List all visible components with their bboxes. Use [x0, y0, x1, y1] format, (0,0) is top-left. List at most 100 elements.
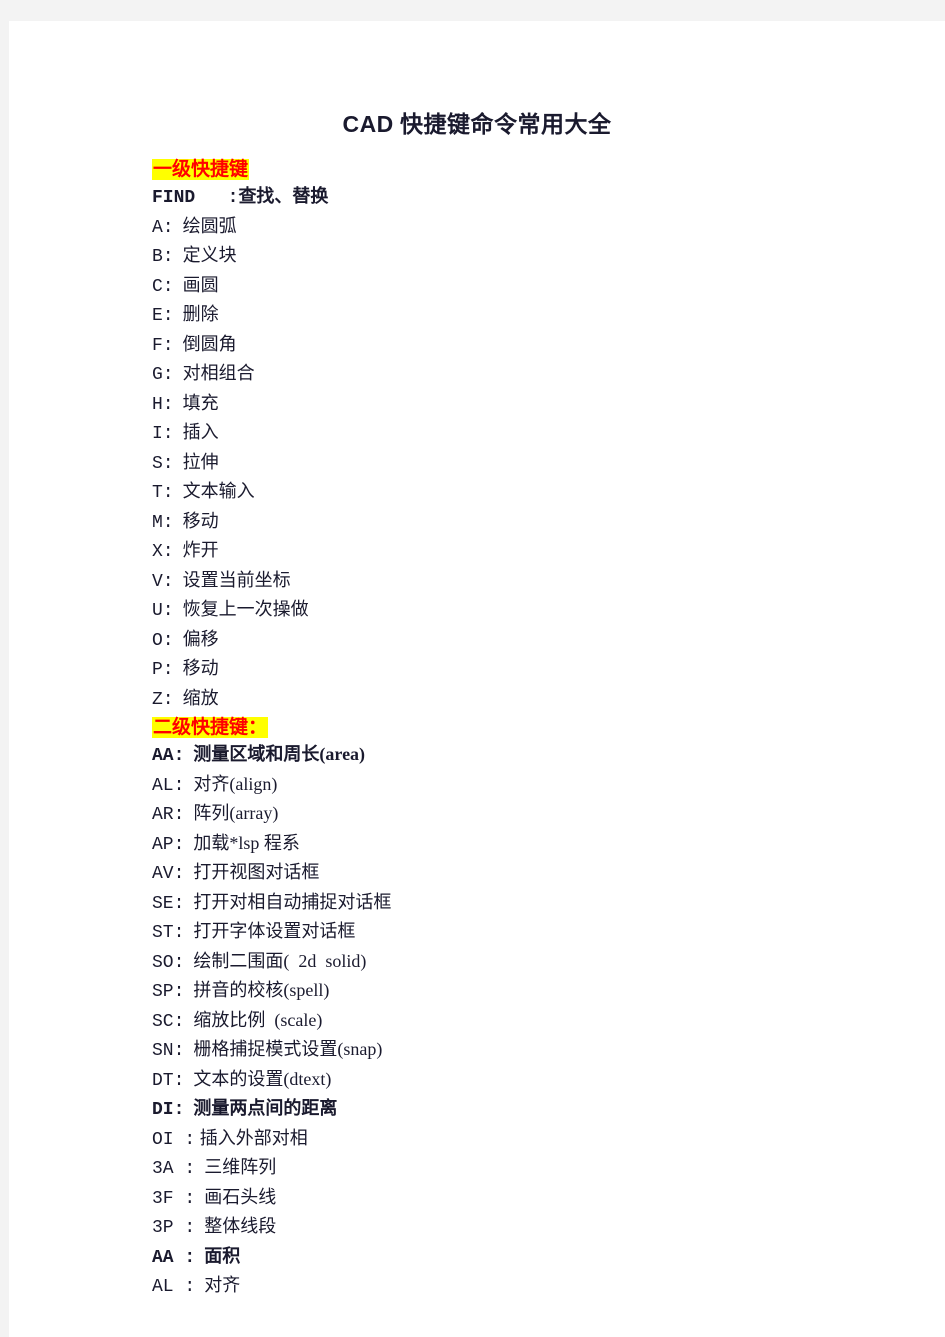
- shortcut-description: 缩放比例 (scale): [184, 1009, 323, 1030]
- shortcut-row: SO: 绘制二围面( 2d solid): [152, 948, 945, 978]
- section-heading: 二级快捷键：: [152, 714, 945, 741]
- shortcut-row: AA: 测量区域和周长(area): [152, 741, 945, 771]
- page-title-latin: CAD: [342, 111, 394, 137]
- shortcut-description: 对齐: [195, 1275, 241, 1295]
- shortcut-key: V:: [152, 571, 174, 592]
- shortcut-row: X: 炸开: [152, 537, 945, 567]
- shortcut-row: ST: 打开字体设置对话框: [152, 918, 945, 948]
- shortcut-separator: :: [173, 1247, 196, 1268]
- shortcut-key: O:: [152, 630, 174, 651]
- shortcut-row: OI : 插入外部对相: [152, 1125, 945, 1155]
- page-title: CAD 快捷键命令常用大全: [9, 21, 945, 139]
- shortcut-key: E:: [152, 306, 174, 326]
- shortcut-row: B: 定义块: [152, 242, 945, 272]
- shortcut-description: 栅格捕捉模式设置(snap): [184, 1039, 383, 1059]
- shortcut-key: H:: [152, 394, 174, 415]
- shortcut-row: FIND :查找、替换: [152, 183, 945, 213]
- shortcut-description: 插入外部对相: [195, 1127, 308, 1148]
- shortcut-key: T:: [152, 483, 174, 503]
- shortcut-description: 移动: [173, 510, 219, 531]
- shortcut-key: A:: [152, 217, 174, 238]
- shortcut-row: E: 删除: [152, 301, 945, 331]
- section-heading: 一级快捷键: [152, 156, 945, 183]
- shortcut-key: FIND: [152, 188, 196, 208]
- shortcut-row: I: 插入: [152, 419, 945, 449]
- shortcut-key: S:: [152, 453, 174, 474]
- shortcut-description: 绘制二围面( 2d solid): [184, 950, 367, 971]
- shortcut-key: OI: [152, 1129, 174, 1150]
- shortcut-row: Z: 缩放: [152, 685, 945, 715]
- shortcut-key: AV:: [152, 864, 185, 884]
- shortcut-key: SN:: [152, 1041, 185, 1061]
- section-heading-text: 一级快捷键: [152, 159, 250, 180]
- shortcut-separator: :: [173, 1277, 196, 1297]
- shortcut-description: 定义块: [173, 245, 237, 265]
- shortcut-description: 偏移: [173, 628, 219, 649]
- shortcut-row: F: 倒圆角: [152, 331, 945, 361]
- shortcut-description: 加载*lsp 程系: [184, 832, 300, 853]
- shortcut-key: SE:: [152, 893, 185, 914]
- shortcut-key: B:: [152, 247, 174, 267]
- shortcut-key: G:: [152, 365, 174, 385]
- shortcut-row: G: 对相组合: [152, 360, 945, 390]
- shortcut-row: SE: 打开对相自动捕捉对话框: [152, 889, 945, 919]
- shortcut-row: U: 恢复上一次操做: [152, 596, 945, 626]
- document-body: 一级快捷键 FIND :查找、替换 A: 绘圆弧 B: 定义块 C: 画圆 E: 删除 F:…: [9, 156, 945, 1302]
- shortcut-key: C:: [152, 276, 174, 297]
- shortcut-description: 拼音的校核(spell): [184, 980, 330, 1000]
- shortcut-description: 拉伸: [173, 451, 219, 472]
- shortcut-key: U:: [152, 601, 174, 621]
- shortcut-separator: :: [173, 1218, 196, 1238]
- shortcut-description: 打开对相自动捕捉对话框: [184, 891, 392, 912]
- shortcut-key: F:: [152, 335, 174, 356]
- shortcut-row: P: 移动: [152, 655, 945, 685]
- shortcut-row: V: 设置当前坐标: [152, 567, 945, 597]
- shortcut-key: DI:: [152, 1100, 185, 1120]
- shortcut-row: 3F : 画石头线: [152, 1184, 945, 1214]
- shortcut-description: 打开字体设置对话框: [184, 921, 356, 941]
- shortcut-row: A: 绘圆弧: [152, 213, 945, 243]
- shortcut-key: M:: [152, 512, 174, 533]
- shortcut-key: X:: [152, 542, 174, 562]
- shortcut-description: 整体线段: [195, 1216, 277, 1236]
- shortcut-row: AP: 加载*lsp 程系: [152, 830, 945, 860]
- shortcut-description: 倒圆角: [173, 333, 237, 354]
- shortcut-description: 查找、替换: [238, 186, 329, 206]
- shortcut-description: 炸开: [173, 540, 219, 560]
- shortcut-description: 文本输入: [173, 481, 255, 501]
- shortcut-row: H: 填充: [152, 390, 945, 420]
- shortcut-description: 对齐(align): [184, 773, 278, 794]
- shortcut-key: 3F: [152, 1188, 174, 1209]
- shortcut-row: 3A : 三维阵列: [152, 1154, 945, 1184]
- shortcut-key: AL:: [152, 775, 185, 796]
- shortcut-description: 恢复上一次操做: [173, 599, 309, 619]
- shortcut-row: SC: 缩放比例 (scale): [152, 1007, 945, 1037]
- shortcut-row: AV: 打开视图对话框: [152, 859, 945, 889]
- shortcut-separator: :: [173, 1159, 196, 1179]
- shortcut-key: P:: [152, 660, 174, 680]
- shortcut-description: 对相组合: [173, 363, 255, 383]
- shortcut-description: 打开视图对话框: [184, 862, 320, 882]
- shortcut-row: T: 文本输入: [152, 478, 945, 508]
- shortcut-key: ST:: [152, 923, 185, 943]
- shortcut-description: 插入: [173, 422, 219, 442]
- shortcut-description: 三维阵列: [195, 1157, 277, 1177]
- shortcut-key: AL: [152, 1277, 174, 1297]
- shortcut-row: AL : 对齐: [152, 1272, 945, 1302]
- page-title-cjk: 快捷键命令常用大全: [393, 112, 612, 137]
- shortcut-description: 测量两点间的距离: [184, 1098, 338, 1118]
- shortcut-row: DI: 测量两点间的距离: [152, 1095, 945, 1125]
- shortcut-row: S: 拉伸: [152, 449, 945, 479]
- shortcut-row: O: 偏移: [152, 626, 945, 656]
- shortcut-row: AA : 面积: [152, 1243, 945, 1273]
- shortcut-description: 移动: [173, 658, 219, 678]
- shortcut-key: 3A: [152, 1159, 174, 1179]
- shortcut-key: AA:: [152, 746, 185, 766]
- shortcut-row: AL: 对齐(align): [152, 771, 945, 801]
- shortcut-description: 删除: [173, 304, 219, 324]
- shortcut-key: AR:: [152, 805, 185, 825]
- shortcut-row: 3P : 整体线段: [152, 1213, 945, 1243]
- shortcut-separator: :: [173, 1129, 196, 1150]
- shortcut-description: 绘圆弧: [173, 215, 237, 236]
- shortcut-description: 文本的设置(dtext): [184, 1068, 332, 1089]
